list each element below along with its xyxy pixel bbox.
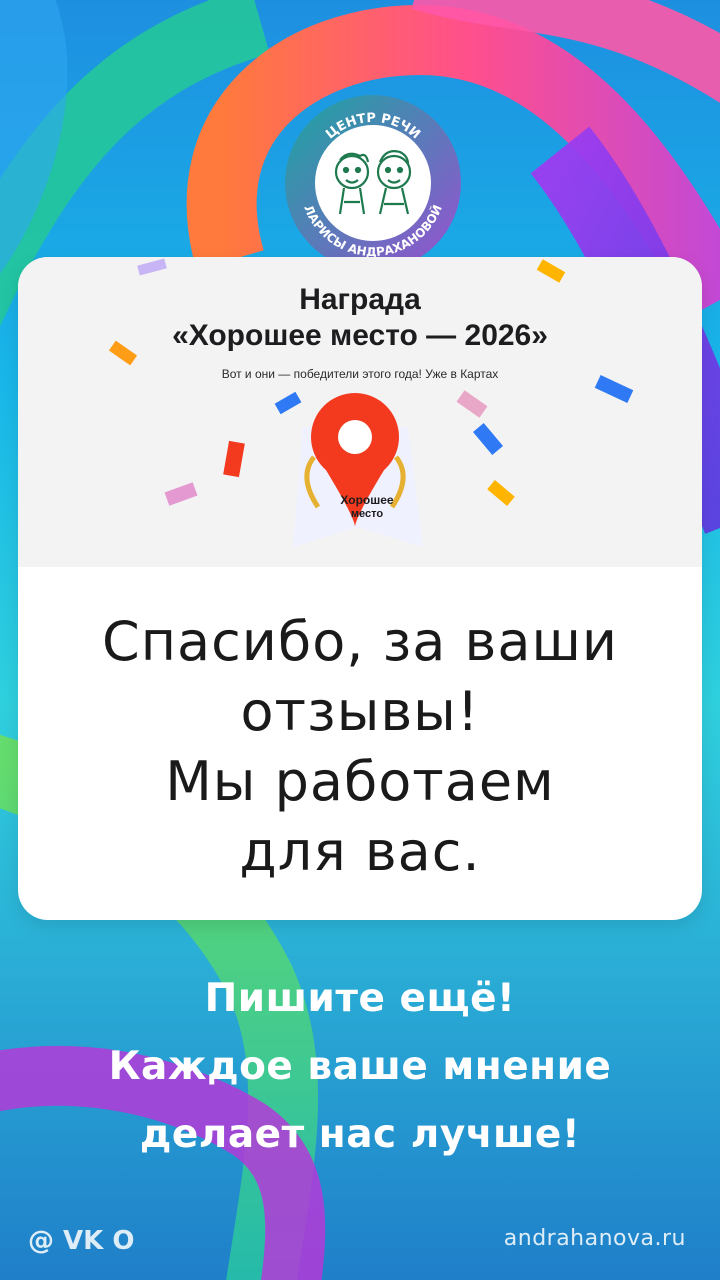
- svg-text:место: место: [351, 508, 383, 520]
- thanks-line4: для вас.: [239, 820, 481, 883]
- thanks-line3: Мы работаем: [165, 750, 555, 813]
- thanks-message: Спасибо, за ваши отзывы! Мы работаем для…: [18, 607, 702, 887]
- center-logo: ЦЕНТР РЕЧИ ЛАРИСЫ АНДРАХАНОВОЙ: [285, 95, 461, 271]
- svg-text:Хорошее: Хорошее: [340, 493, 394, 507]
- award-title-line1: Награда: [299, 283, 421, 316]
- site-link[interactable]: andrahanova.ru: [504, 1226, 686, 1251]
- award-title-line2: «Хорошее место — 2026»: [172, 319, 548, 352]
- call-to-action: Пишите ещё! Каждое ваше мнение делает на…: [0, 965, 720, 1169]
- thanks-line1: Спасибо, за ваши: [102, 610, 618, 673]
- award-subtitle: Вот и они — победители этого года! Уже в…: [221, 367, 499, 381]
- cta-line1: Пишите ещё!: [204, 976, 516, 1021]
- story-screen: ЦЕНТР РЕЧИ ЛАРИСЫ АНДРАХАНОВОЙ Хорошее м…: [0, 0, 720, 1280]
- social-icons[interactable]: @ VK O: [28, 1226, 134, 1256]
- cta-line2: Каждое ваше мнение: [108, 1044, 612, 1089]
- cta-line3: делает нас лучше!: [139, 1112, 581, 1157]
- thanks-line2: отзывы!: [240, 680, 480, 743]
- pin-badge: Хорошее место: [293, 393, 423, 547]
- award-banner: Хорошее место Награда «Хорошее место — 2…: [18, 257, 702, 567]
- main-card: Хорошее место Награда «Хорошее место — 2…: [18, 257, 702, 920]
